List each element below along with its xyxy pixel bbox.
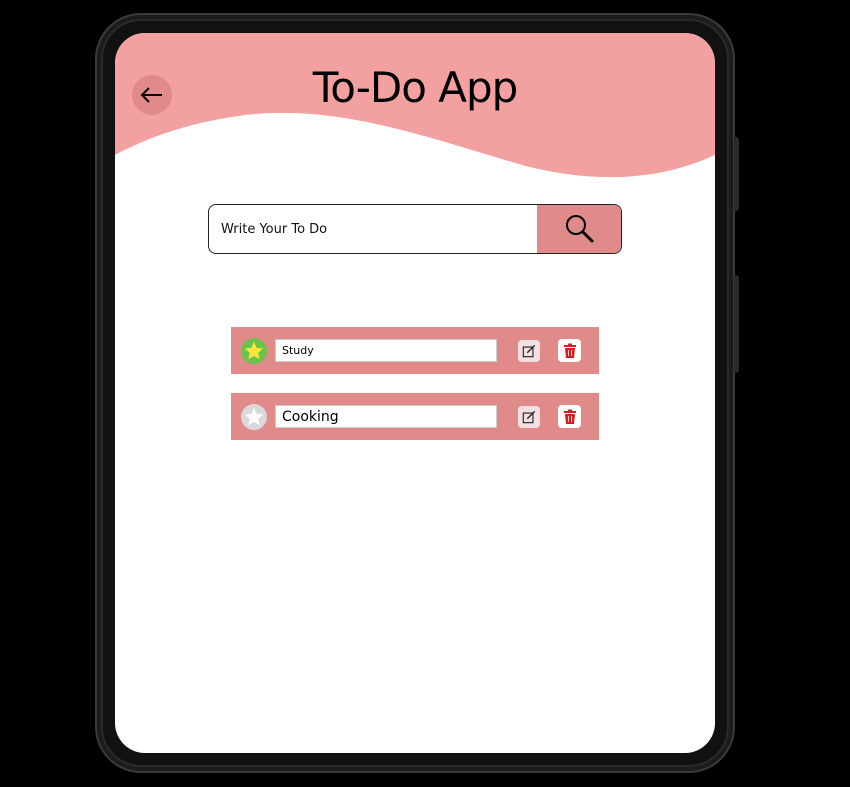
edit-button[interactable] — [518, 406, 540, 428]
app-screen: To-Do App Study — [115, 33, 715, 753]
star-icon — [244, 341, 264, 360]
edit-icon — [522, 410, 536, 424]
todo-input[interactable] — [209, 205, 537, 253]
edit-icon — [522, 344, 536, 358]
todo-input-bar — [208, 204, 622, 254]
side-button-bottom — [734, 275, 739, 373]
side-button-top — [734, 137, 739, 211]
trash-icon — [563, 343, 576, 358]
delete-button[interactable] — [558, 339, 581, 362]
star-toggle[interactable] — [241, 338, 267, 364]
trash-icon — [563, 409, 576, 424]
star-toggle[interactable] — [241, 404, 267, 430]
star-icon — [244, 407, 264, 426]
edit-button[interactable] — [518, 340, 540, 362]
delete-button[interactable] — [558, 405, 581, 428]
todo-item: Study — [231, 327, 599, 374]
page-title: To-Do App — [312, 63, 519, 112]
todo-list: Study Cooking — [231, 327, 599, 459]
todo-text[interactable]: Study — [275, 339, 497, 362]
magnifier-icon — [566, 215, 594, 243]
todo-text[interactable]: Cooking — [275, 405, 497, 428]
todo-item: Cooking — [231, 393, 599, 440]
header-wave — [115, 33, 715, 178]
search-button[interactable] — [537, 205, 621, 253]
